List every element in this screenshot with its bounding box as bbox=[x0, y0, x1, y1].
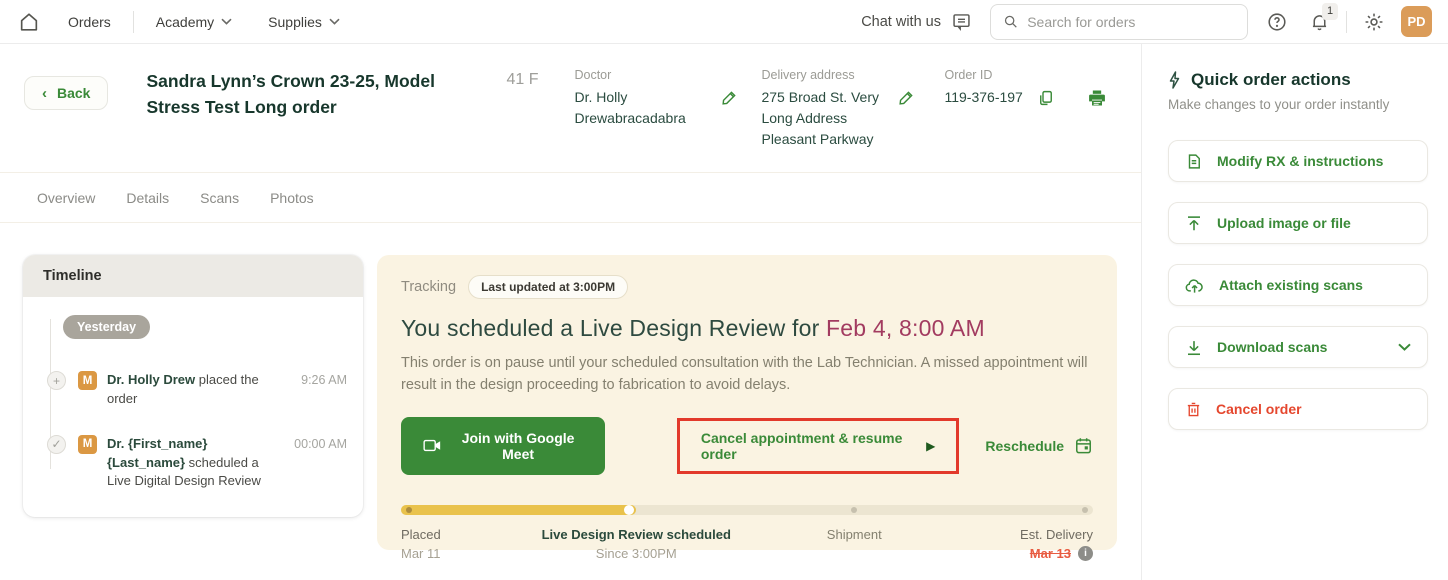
back-button[interactable]: ‹ Back bbox=[24, 76, 108, 110]
chevron-down-icon bbox=[1398, 343, 1411, 351]
quick-actions-subtitle: Make changes to your order instantly bbox=[1168, 97, 1428, 112]
info-icon[interactable]: i bbox=[1078, 546, 1093, 561]
attach-scans-button[interactable]: Attach existing scans bbox=[1168, 264, 1428, 306]
chevron-down-icon bbox=[329, 18, 340, 25]
event-source-badge: M bbox=[78, 435, 97, 454]
edit-delivery-icon[interactable] bbox=[897, 88, 916, 107]
print-icon[interactable] bbox=[1087, 88, 1107, 108]
search-input[interactable] bbox=[1027, 14, 1235, 30]
nav-item-supplies[interactable]: Supplies bbox=[268, 14, 340, 30]
home-icon[interactable] bbox=[12, 5, 46, 39]
notification-count-badge: 1 bbox=[1322, 3, 1338, 20]
chat-with-us-link[interactable]: Chat with us bbox=[861, 14, 941, 30]
nav-divider bbox=[1346, 11, 1347, 33]
event-time: 9:26 AM bbox=[301, 371, 347, 409]
delivery-label: Delivery address bbox=[761, 68, 883, 82]
progress-track bbox=[401, 505, 1093, 515]
order-search[interactable] bbox=[990, 4, 1248, 40]
tracking-label: Tracking bbox=[401, 279, 456, 295]
nav-item-orders[interactable]: Orders bbox=[68, 14, 111, 30]
top-nav: Orders Academy Supplies Chat with us 1 P… bbox=[0, 0, 1448, 44]
step-placed: Placed Mar 11 bbox=[401, 527, 441, 561]
progress-dot-current bbox=[624, 505, 634, 515]
order-id-value: 119-376-197 bbox=[944, 87, 1022, 108]
patient-meta: 41 F bbox=[506, 68, 538, 121]
order-header: ‹ Back Sandra Lynn’s Crown 23-25, Model … bbox=[0, 44, 1141, 150]
settings-gear-icon[interactable] bbox=[1357, 5, 1391, 39]
timeline-event: + M Dr. Holly Drew placed the order 9:26… bbox=[39, 371, 347, 409]
download-scans-button[interactable]: Download scans bbox=[1168, 326, 1428, 368]
event-source-badge: M bbox=[78, 371, 97, 390]
step-est-delivery: Est. Delivery Mar 13 i bbox=[1020, 527, 1093, 561]
nav-item-academy[interactable]: Academy bbox=[156, 14, 232, 30]
check-icon: ✓ bbox=[47, 435, 66, 454]
tracking-card: Tracking Last updated at 3:00PM You sche… bbox=[377, 255, 1117, 550]
document-icon bbox=[1185, 152, 1203, 171]
tab-scans[interactable]: Scans bbox=[200, 190, 239, 206]
order-id-block: Order ID 119-376-197 bbox=[944, 68, 1106, 108]
modify-rx-button[interactable]: Modify RX & instructions bbox=[1168, 140, 1428, 182]
notifications-icon[interactable]: 1 bbox=[1302, 5, 1336, 39]
avatar[interactable]: PD bbox=[1401, 6, 1432, 37]
tracking-description: This order is on pause until your schedu… bbox=[401, 352, 1093, 397]
chevron-down-icon bbox=[221, 18, 232, 25]
plus-icon[interactable]: + bbox=[47, 371, 66, 390]
play-icon: ▶ bbox=[926, 439, 935, 453]
lightning-bolt-icon bbox=[1168, 71, 1181, 89]
help-icon[interactable] bbox=[1260, 5, 1294, 39]
join-google-meet-button[interactable]: Join with Google Meet bbox=[401, 417, 605, 475]
page-title: Sandra Lynn’s Crown 23-25, Model Stress … bbox=[146, 68, 486, 121]
download-icon bbox=[1185, 338, 1203, 357]
tracking-title: You scheduled a Live Design Review for F… bbox=[401, 315, 1093, 342]
event-actor: Dr. Holly Drew bbox=[107, 372, 195, 387]
trash-icon bbox=[1185, 400, 1202, 419]
content-column: ‹ Back Sandra Lynn’s Crown 23-25, Model … bbox=[0, 44, 1142, 580]
copy-icon[interactable] bbox=[1037, 89, 1055, 107]
last-updated-badge: Last updated at 3:00PM bbox=[468, 275, 628, 299]
order-progress: Placed Mar 11 Live Design Review schedul… bbox=[401, 505, 1093, 571]
quick-actions-panel: Quick order actions Make changes to your… bbox=[1142, 44, 1448, 580]
timeline-panel: Timeline Yesterday + M Dr. Holly Drew pl… bbox=[23, 255, 363, 517]
video-camera-icon bbox=[423, 438, 441, 453]
doctor-value: Dr. Holly Drewabracadabra bbox=[574, 87, 706, 129]
doctor-label: Doctor bbox=[574, 68, 706, 82]
step-shipment: Shipment bbox=[827, 527, 882, 542]
delivery-date-strikethrough: Mar 13 bbox=[1030, 546, 1071, 561]
upload-image-button[interactable]: Upload image or file bbox=[1168, 202, 1428, 244]
doctor-block: Doctor Dr. Holly Drewabracadabra bbox=[574, 68, 739, 129]
timeline-title: Timeline bbox=[23, 255, 363, 297]
tab-photos[interactable]: Photos bbox=[270, 190, 314, 206]
step-design-review: Live Design Review scheduled Since 3:00P… bbox=[542, 527, 731, 561]
delivery-address-block: Delivery address 275 Broad St. Very Long… bbox=[761, 68, 916, 150]
progress-fill bbox=[401, 505, 636, 515]
tab-details[interactable]: Details bbox=[126, 190, 169, 206]
progress-dot-delivery bbox=[1082, 507, 1088, 513]
event-time: 00:00 AM bbox=[294, 435, 347, 492]
upload-icon bbox=[1185, 214, 1203, 233]
chat-icon[interactable] bbox=[951, 11, 972, 32]
tab-overview[interactable]: Overview bbox=[37, 190, 95, 206]
edit-doctor-icon[interactable] bbox=[720, 88, 739, 107]
tab-bar: Overview Details Scans Photos bbox=[0, 172, 1141, 223]
chevron-left-icon: ‹ bbox=[42, 86, 47, 101]
delivery-value: 275 Broad St. Very Long Address Pleasant… bbox=[761, 87, 883, 150]
progress-dot-shipment bbox=[851, 507, 857, 513]
timeline-event: ✓ M Dr. {First_name} {Last_name} schedul… bbox=[39, 435, 347, 492]
progress-dot-placed bbox=[406, 507, 412, 513]
quick-actions-title: Quick order actions bbox=[1168, 70, 1428, 90]
cloud-upload-icon bbox=[1185, 277, 1205, 294]
reschedule-button[interactable]: Reschedule bbox=[985, 436, 1093, 455]
calendar-icon bbox=[1074, 436, 1093, 455]
timeline-day-badge: Yesterday bbox=[63, 315, 150, 339]
cancel-order-button[interactable]: Cancel order bbox=[1168, 388, 1428, 430]
nav-divider bbox=[133, 11, 134, 33]
cancel-appointment-resume-order-button[interactable]: Cancel appointment & resume order ▶ bbox=[677, 418, 960, 474]
appointment-datetime: Feb 4, 8:00 AM bbox=[826, 315, 985, 341]
order-id-label: Order ID bbox=[944, 68, 1106, 82]
search-icon bbox=[1003, 13, 1018, 30]
